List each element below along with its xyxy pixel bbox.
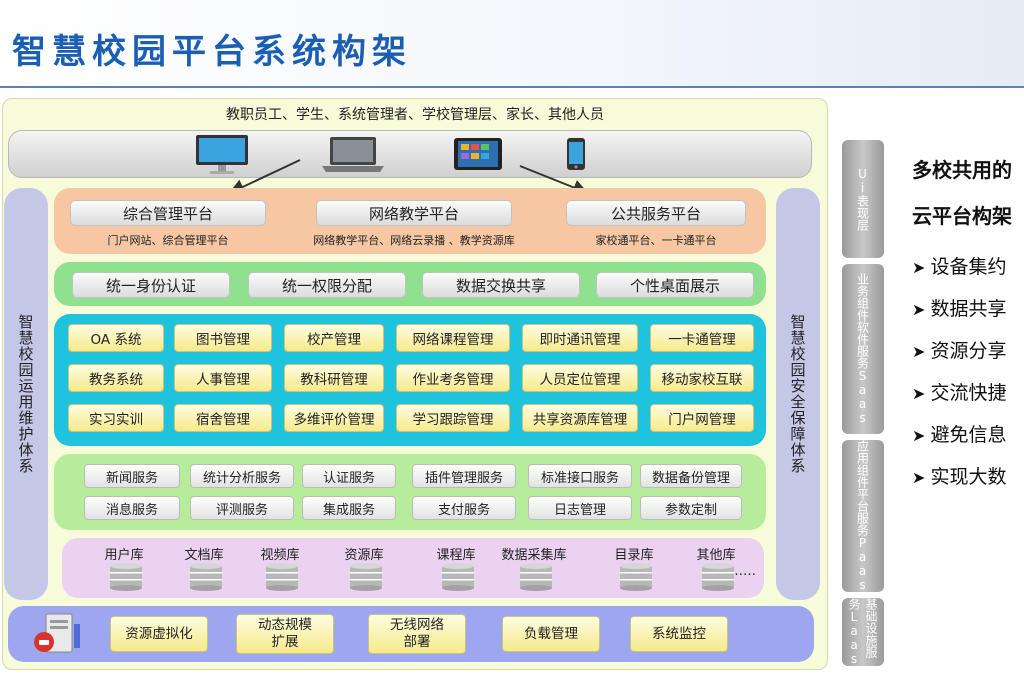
platform-sub-teaching: 网络教学平台、网络云录播 、教学资源库 [313,234,515,247]
service-item[interactable]: 支付服务 [412,496,516,520]
database-label: 视频库 [260,548,300,563]
bullet-item: ➤ 交流快捷 [912,378,1007,405]
bullet-item: ➤ 实现大数 [912,462,1007,489]
infra-item[interactable]: 无线网络 部署 [368,614,466,654]
database-icon [518,562,554,596]
app-module[interactable]: 人员定位管理 [522,364,638,392]
database-label: 资源库 [344,548,384,563]
layer-label: 业务组件软件服务Saas [855,273,870,425]
service-item[interactable]: 消息服务 [84,496,180,520]
bullet-text: 交流快捷 [930,382,1007,404]
database-label: 文档库 [184,548,224,563]
database-icon [618,562,654,596]
bullet-arrow-icon: ➤ [912,426,931,445]
infra-item[interactable]: 资源虚拟化 [110,616,208,652]
database-icon [264,562,300,596]
database-icon [440,562,476,596]
app-module[interactable]: 门户网管理 [650,404,754,432]
infra-item[interactable]: 负载管理 [502,616,600,652]
app-module[interactable]: 一卡通管理 [650,324,754,352]
bullet-arrow-icon: ➤ [912,468,931,487]
infra-item[interactable]: 动态规模 扩展 [236,614,334,654]
right-heading-1: 多校共用的 [912,158,1012,182]
server-icon [30,612,86,656]
service-item[interactable]: 参数定制 [640,496,742,520]
database-icon [348,562,384,596]
database-icon [108,562,144,596]
bullet-arrow-icon: ➤ [912,258,931,277]
bullet-arrow-icon: ➤ [912,342,931,361]
database-label: 用户库 [104,548,144,563]
bullet-arrow-icon: ➤ [912,384,931,403]
security-system-label: 智慧校园安全保障体系 [788,314,807,474]
app-module[interactable]: 网络课程管理 [396,324,510,352]
bullet-text: 避免信息 [930,424,1007,446]
platform-sub-public: 家校通平台、一卡通平台 [595,234,717,247]
service-item[interactable]: 集成服务 [302,496,396,520]
bullet-text: 实现大数 [930,466,1007,488]
layer-paas: 应用组件平台服务Paas [842,440,884,592]
bullet-text: 资源分享 [930,340,1007,362]
app-module[interactable]: 作业考务管理 [396,364,510,392]
right-side-pill: 智慧校园安全保障体系 [776,188,820,600]
bullet-text: 数据共享 [930,298,1007,320]
app-module[interactable]: 即时通讯管理 [522,324,638,352]
unified-item[interactable]: 统一身份认证 [72,272,230,298]
bullet-item: ➤ 设备集约 [912,252,1007,279]
bullet-item: ➤ 避免信息 [912,420,1007,447]
layer-label: 应用组件平台服务Paas [855,440,870,592]
app-module[interactable]: 人事管理 [174,364,272,392]
app-module[interactable]: 教务系统 [68,364,164,392]
unified-item[interactable]: 个性桌面展示 [596,272,754,298]
service-item[interactable]: 数据备份管理 [640,464,742,488]
layer-saas: 业务组件软件服务Saas [842,264,884,434]
service-item[interactable]: 插件管理服务 [412,464,516,488]
platform-box-public[interactable]: 公共服务平台 [566,200,746,226]
database-label: 目录库 [614,548,654,563]
layer-laas: 基础设施服务Laas [842,598,884,666]
app-module[interactable]: 校产管理 [284,324,384,352]
app-module[interactable]: 移动家校互联 [650,364,754,392]
service-item[interactable]: 日志管理 [528,496,632,520]
service-item[interactable]: 统计分析服务 [190,464,294,488]
unified-item[interactable]: 数据交换共享 [422,272,580,298]
database-label: 其他库 [696,548,736,563]
right-heading-2: 云平台构架 [912,204,1012,228]
platform-sub-integrated: 门户网站、综合管理平台 [107,234,229,247]
database-icon [188,562,224,596]
database-icon [700,562,736,596]
app-module[interactable]: 图书管理 [174,324,272,352]
infra-item[interactable]: 系统监控 [630,616,728,652]
layer-label: 基础设施服务Laas [847,598,878,666]
database-label: 课程库 [436,548,476,563]
maintenance-system-label: 智慧校园运用维护体系 [16,314,35,474]
app-module[interactable]: 学习跟踪管理 [396,404,510,432]
service-item[interactable]: 认证服务 [302,464,396,488]
layer-ui: Ui表现层 [842,140,884,258]
app-module[interactable]: OA 系统 [68,324,164,352]
service-item[interactable]: 新闻服务 [84,464,180,488]
platform-box-integrated[interactable]: 综合管理平台 [70,200,266,226]
app-module[interactable]: 多维评价管理 [284,404,384,432]
bullet-item: ➤ 数据共享 [912,294,1007,321]
database-label: 数据采集库 [501,548,567,563]
layer-label: Ui表现层 [855,167,870,231]
left-side-pill: 智慧校园运用维护体系 [4,188,48,600]
platform-box-teaching[interactable]: 网络教学平台 [316,200,512,226]
app-module[interactable]: 实习实训 [68,404,164,432]
service-item[interactable]: 评测服务 [190,496,294,520]
bullet-item: ➤ 资源分享 [912,336,1007,363]
connector-arrows [228,159,589,195]
service-item[interactable]: 标准接口服务 [528,464,632,488]
bullet-text: 设备集约 [930,256,1007,278]
app-module[interactable]: 共享资源库管理 [522,404,638,432]
bullet-arrow-icon: ➤ [912,300,931,319]
app-module[interactable]: 教科研管理 [284,364,384,392]
app-module[interactable]: 宿舍管理 [174,404,272,432]
unified-item[interactable]: 统一权限分配 [248,272,406,298]
